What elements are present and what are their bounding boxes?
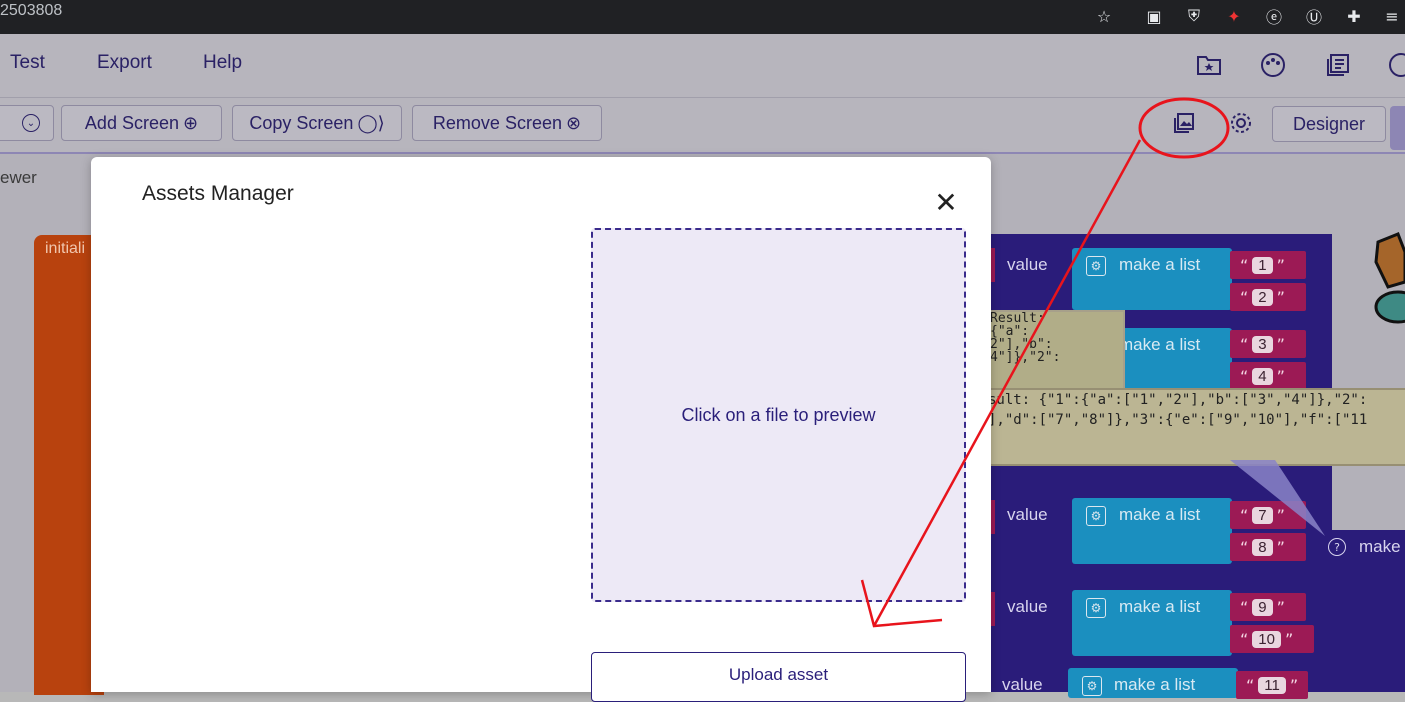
pdf-extension-icon[interactable]: ✦	[1222, 4, 1246, 28]
menu-help[interactable]: Help	[203, 52, 242, 74]
value-label: value	[1007, 505, 1048, 524]
close-circle-icon: ⊗	[565, 112, 582, 133]
string-block[interactable]: “2”	[1230, 283, 1306, 311]
e-extension-icon[interactable]: ⓔ	[1262, 4, 1286, 28]
add-screen-button[interactable]: Add Screen ⊕	[61, 105, 222, 141]
mutator-gear-icon[interactable]: ⚙	[1086, 256, 1106, 276]
media-assets-icon[interactable]	[1170, 109, 1198, 137]
upload-asset-button[interactable]: Upload asset	[591, 652, 966, 702]
make-a-list-label: make a list	[1114, 675, 1196, 694]
help-icon[interactable]: ?	[1328, 538, 1346, 556]
string-value: 11	[1258, 676, 1286, 694]
upload-asset-label: Upload asset	[728, 665, 829, 684]
string-block[interactable]: “4”	[1230, 362, 1306, 390]
viewer-label: ewer	[0, 168, 37, 187]
value-label: value	[1007, 255, 1048, 274]
add-screen-label: Add Screen	[84, 112, 179, 133]
mascot-image	[1374, 232, 1405, 324]
initialize-label: initiali	[45, 240, 86, 257]
palette-icon[interactable]	[1258, 50, 1288, 80]
blocks-button-partial[interactable]	[1390, 106, 1405, 150]
preview-placeholder: Click on a file to preview	[681, 404, 876, 425]
result-tooltip-small: Result: {"a": 2"],"b": 4"]},"2":	[988, 310, 1125, 394]
url-fragment[interactable]: 2503808	[0, 2, 62, 20]
project-folder-icon[interactable]	[1194, 50, 1224, 80]
plus-circle-icon: ⊕	[182, 112, 199, 133]
make-a-list-label: make a list	[1119, 597, 1201, 616]
copy-screen-button[interactable]: Copy Screen ◯⟩	[232, 105, 402, 141]
string-value: 1	[1252, 256, 1273, 274]
close-icon[interactable]: ✕	[930, 186, 962, 219]
make-a-list-label: make a list	[1119, 255, 1201, 274]
shield-extension-icon[interactable]: ⛨	[1182, 4, 1206, 28]
make-a-list-label: make a list	[1119, 335, 1201, 354]
make-label: make	[1359, 537, 1401, 556]
string-value: 2	[1252, 288, 1273, 306]
settings-partial-icon[interactable]	[1386, 50, 1405, 80]
string-value: 8	[1252, 538, 1273, 556]
file-preview-area: Click on a file to preview	[591, 228, 966, 602]
designer-button[interactable]: Designer	[1272, 106, 1386, 142]
remove-screen-button[interactable]: Remove Screen ⊗	[412, 105, 602, 141]
chevron-down-icon: ⌄	[22, 114, 40, 132]
dialog-title: Assets Manager	[142, 182, 294, 205]
string-value: 4	[1252, 367, 1273, 385]
make-a-list-label: make a list	[1119, 505, 1201, 524]
mutator-gear-icon[interactable]: ⚙	[1086, 506, 1106, 526]
string-block[interactable]: “10”	[1230, 625, 1314, 653]
string-block[interactable]: “9”	[1230, 593, 1306, 621]
bookmark-star-icon[interactable]: ☆	[1092, 4, 1116, 28]
gear-icon[interactable]	[1228, 110, 1254, 136]
string-value: 9	[1252, 598, 1273, 616]
string-block[interactable]: “11”	[1236, 671, 1308, 699]
string-block[interactable]: “1”	[1230, 251, 1306, 279]
screen-dropdown-button[interactable]: ⌄	[0, 105, 54, 141]
remove-screen-label: Remove Screen	[432, 112, 562, 133]
string-block[interactable]: “3”	[1230, 330, 1306, 358]
menu-test[interactable]: Test	[10, 52, 45, 74]
menu-export[interactable]: Export	[97, 52, 152, 74]
playlist-icon[interactable]: ≡	[1380, 4, 1404, 28]
result-tooltip-large: sult: {"1":{"a":["1","2"],"b":["3","4"]}…	[988, 388, 1405, 466]
puzzle-extension-icon[interactable]: ✚	[1342, 4, 1366, 28]
tooltip-pointer	[1230, 460, 1325, 536]
mutator-gear-icon[interactable]: ⚙	[1086, 598, 1106, 618]
library-icon[interactable]	[1323, 50, 1353, 80]
copy-screen-label: Copy Screen	[249, 112, 354, 133]
value-label: value	[1002, 675, 1043, 694]
value-label: value	[1007, 597, 1048, 616]
mutator-gear-icon[interactable]: ⚙	[1082, 676, 1102, 696]
copy-icon: ◯⟩	[357, 112, 385, 133]
string-value: 10	[1252, 630, 1281, 648]
extension-icon[interactable]: ▣	[1142, 4, 1166, 28]
ur-extension-icon[interactable]: Ⓤ	[1302, 4, 1326, 28]
string-value: 3	[1252, 335, 1273, 353]
